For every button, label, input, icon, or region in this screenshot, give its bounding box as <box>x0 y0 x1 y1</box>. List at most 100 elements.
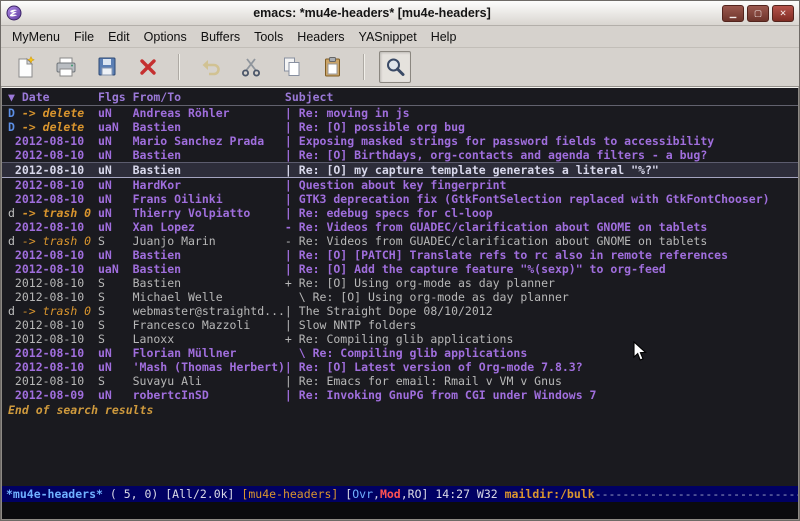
save-button[interactable] <box>91 51 123 83</box>
mark-char: D <box>8 106 15 120</box>
mark-char: d <box>8 206 15 220</box>
message-row[interactable]: 2012-08-10uNHardKor| Question about key … <box>2 178 798 192</box>
cell-subject: | Re: [O] my capture template generates … <box>285 163 798 177</box>
cut-button[interactable] <box>235 51 267 83</box>
cell-from: Bastien <box>133 148 285 162</box>
modeline-modified-flag: Mod <box>380 487 401 501</box>
message-row[interactable]: 2012-08-10uN'Mash (Thomas Herbert)| Re: … <box>2 360 798 374</box>
cell-date: 2012-08-10 <box>8 148 98 162</box>
menu-options[interactable]: Options <box>137 28 194 46</box>
message-row[interactable]: 2012-08-10uNXan Lopez- Re: Videos from G… <box>2 220 798 234</box>
cell-subject: | Re: [O] Latest version of Org-mode 7.8… <box>285 360 798 374</box>
message-row-current[interactable]: 2012-08-10uNBastien| Re: [O] my capture … <box>2 162 798 178</box>
cell-flags: uN <box>98 163 133 177</box>
message-row[interactable]: d -> trash 0SJuanjo Marin- Re: Videos fr… <box>2 234 798 248</box>
cell-from: Lanoxx <box>133 332 285 346</box>
cell-date: 2012-08-10 <box>8 248 98 262</box>
message-row[interactable]: 2012-08-10SLanoxx+ Re: Compiling glib ap… <box>2 332 798 346</box>
undo-icon <box>198 55 222 79</box>
cell-flags: uN <box>98 346 133 360</box>
cell-date: 2012-08-10 <box>8 163 98 177</box>
header-subject[interactable]: Subject <box>285 90 798 105</box>
cell-date: 2012-08-10 <box>8 290 98 304</box>
cell-date: 2012-08-10 <box>8 134 98 148</box>
message-row[interactable]: 2012-08-10uNBastien| Re: [O] Birthdays, … <box>2 148 798 162</box>
cell-date: 2012-08-10 <box>8 346 98 360</box>
cell-flags: uaN <box>98 262 133 276</box>
message-row[interactable]: 2012-08-10uNFlorian Müllner \ Re: Compil… <box>2 346 798 360</box>
cell-flags: uN <box>98 106 133 120</box>
cell-from: Francesco Mazzoli <box>133 318 285 332</box>
message-row[interactable]: 2012-08-10uaNBastien| Re: [O] Add the ca… <box>2 262 798 276</box>
message-row[interactable]: D -> deleteuNAndreas Röhler| Re: moving … <box>2 106 798 120</box>
message-row[interactable]: 2012-08-10SMichael Welle \ Re: [O] Using… <box>2 290 798 304</box>
cell-from: Thierry Volpiatto <box>133 206 285 220</box>
mark-action: -> trash 0 <box>22 206 91 220</box>
undo-button <box>194 51 226 83</box>
frame-content: ▼ Date Flgs From/To Subject D -> deleteu… <box>1 87 799 520</box>
copy-button[interactable] <box>276 51 308 83</box>
menu-yasnippet[interactable]: YASnippet <box>352 28 424 46</box>
cell-flags: uN <box>98 192 133 206</box>
modeline-range: [All/2.0k] <box>165 487 241 501</box>
search-button[interactable] <box>379 51 411 83</box>
cell-subject: | Re: [O] Birthdays, org-contacts and ag… <box>285 148 798 162</box>
message-row[interactable]: 2012-08-10SFrancesco Mazzoli| Slow NNTP … <box>2 318 798 332</box>
cell-from: Michael Welle <box>133 290 285 304</box>
cell-from: Frans Oilinki <box>133 192 285 206</box>
cell-from: Bastien <box>133 248 285 262</box>
menu-mymenu[interactable]: MyMenu <box>5 28 67 46</box>
cell-subject: - Re: Videos from GUADEC/clarification a… <box>285 220 798 234</box>
header-from[interactable]: From/To <box>133 90 285 105</box>
message-list: D -> deleteuNAndreas Röhler| Re: moving … <box>2 106 798 402</box>
cell-flags: S <box>98 318 133 332</box>
minimize-button[interactable]: ▁ <box>722 5 744 22</box>
modeline-buffer-name[interactable]: *mu4e-headers* <box>6 487 103 501</box>
cell-subject: | Re: Invoking GnuPG from CGI under Wind… <box>285 388 798 402</box>
modeline-major-mode[interactable]: [mu4e-headers] <box>241 487 345 501</box>
print-button[interactable] <box>50 51 82 83</box>
mu4e-headers-buffer[interactable]: ▼ Date Flgs From/To Subject D -> deleteu… <box>2 88 798 486</box>
echo-area[interactable] <box>2 502 798 519</box>
menu-headers[interactable]: Headers <box>290 28 351 46</box>
close-button[interactable]: ✕ <box>772 5 794 22</box>
maximize-button[interactable]: ▢ <box>747 5 769 22</box>
cell-subject: | Exposing masked strings for password f… <box>285 134 798 148</box>
close-buffer-button[interactable] <box>132 51 164 83</box>
message-row[interactable]: 2012-08-09uNrobertcInSD| Re: Invoking Gn… <box>2 388 798 402</box>
message-row[interactable]: d -> trash 0uNThierry Volpiatto| Re: ede… <box>2 206 798 220</box>
header-line: ▼ Date Flgs From/To Subject <box>2 90 798 106</box>
message-row[interactable]: d -> trash 0Swebmaster@straightd...| The… <box>2 304 798 318</box>
cell-date: D -> delete <box>8 106 98 120</box>
mark-action: -> trash 0 <box>22 304 91 318</box>
menu-help[interactable]: Help <box>424 28 464 46</box>
message-row[interactable]: 2012-08-10uNBastien| Re: [O] [PATCH] Tra… <box>2 248 798 262</box>
cell-flags: S <box>98 332 133 346</box>
menu-edit[interactable]: Edit <box>101 28 137 46</box>
menu-tools[interactable]: Tools <box>247 28 290 46</box>
mark-action: -> delete <box>22 106 84 120</box>
cell-flags: uaN <box>98 120 133 134</box>
copy-icon <box>280 55 304 79</box>
new-file-button[interactable] <box>9 51 41 83</box>
message-row[interactable]: 2012-08-10uNFrans Oilinki| GTK3 deprecat… <box>2 192 798 206</box>
paste-button[interactable] <box>317 51 349 83</box>
cell-date: 2012-08-10 <box>8 374 98 388</box>
print-icon <box>54 55 78 79</box>
cell-date: 2012-08-09 <box>8 388 98 402</box>
cell-from: HardKor <box>133 178 285 192</box>
mark-action: -> delete <box>22 120 84 134</box>
menu-file[interactable]: File <box>67 28 101 46</box>
message-row[interactable]: 2012-08-10SBastien+ Re: [O] Using org-mo… <box>2 276 798 290</box>
message-row[interactable]: 2012-08-10uNMario Sanchez Prada| Exposin… <box>2 134 798 148</box>
message-row[interactable]: 2012-08-10SSuvayu Ali| Re: Emacs for ema… <box>2 374 798 388</box>
cell-date: 2012-08-10 <box>8 178 98 192</box>
header-flags[interactable]: Flgs <box>98 90 133 105</box>
message-row[interactable]: D -> deleteuaNBastien| Re: [O] possible … <box>2 120 798 134</box>
header-date[interactable]: ▼ Date <box>8 90 98 105</box>
cell-subject: + Re: Compiling glib applications <box>285 332 798 346</box>
mark-char: d <box>8 304 15 318</box>
toolbar <box>1 48 799 87</box>
modeline-window-id: W32 <box>477 487 505 501</box>
menu-buffers[interactable]: Buffers <box>194 28 247 46</box>
